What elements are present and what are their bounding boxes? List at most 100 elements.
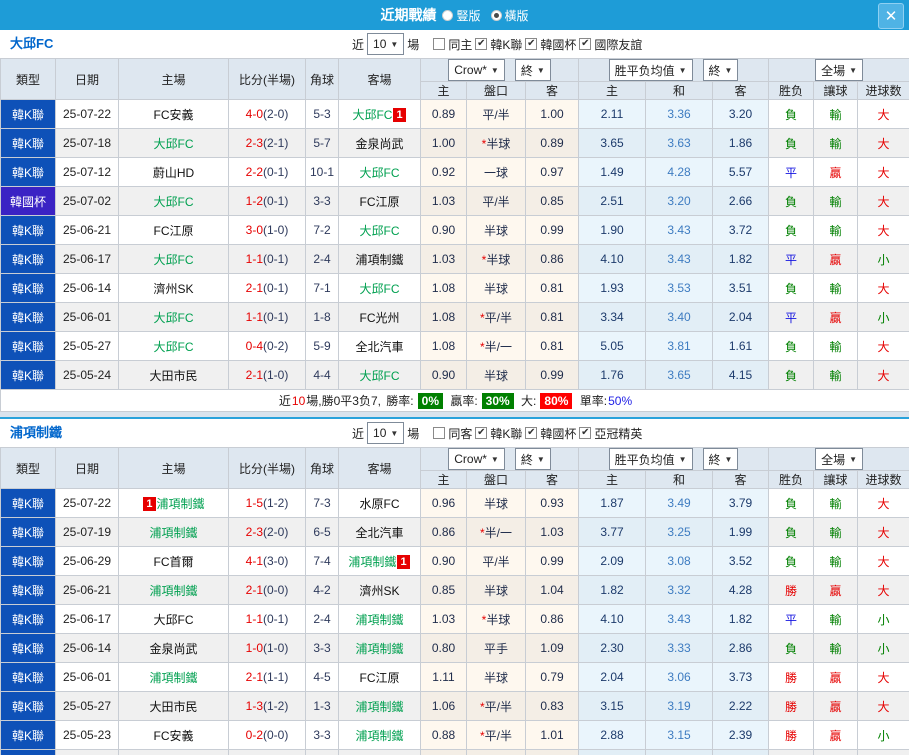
section-daegu-filter-row: 大邱FC 近 10 ▼ 場 同主 韓K聯 韓國杯 國際友誼 <box>0 30 909 58</box>
radio-horizontal-label: 橫版 <box>504 8 529 23</box>
radio-icon[interactable] <box>490 9 502 21</box>
checkbox-league-cup[interactable] <box>525 38 538 50</box>
checkbox-league-acl[interactable] <box>579 427 592 439</box>
close-button[interactable]: ✕ <box>878 3 904 29</box>
home-team-cell: 大邱FC <box>118 186 229 216</box>
avg-draw-odds-cell: 3.43 <box>645 215 714 245</box>
final-odds-dropdown[interactable]: 終 ▼ <box>514 448 551 470</box>
layout-radio-group: 豎版 橫版 <box>442 7 529 24</box>
result-goals-cell: 小 <box>857 749 909 755</box>
match-type-cell: 韓K聯 <box>0 720 56 750</box>
col-header-score: 比分(半場) <box>228 58 306 100</box>
checkbox-league-cup[interactable] <box>525 427 538 439</box>
result-goals-cell: 大 <box>857 488 909 518</box>
avg-home-odds-cell: 3.34 <box>578 302 647 332</box>
score-cell: 1-1(0-1) <box>228 244 306 274</box>
avg-home-odds-cell: 2.49 <box>578 749 647 755</box>
result-goals-cell: 小 <box>857 604 909 634</box>
away-odds-cell: 0.89 <box>524 128 580 158</box>
fulltime-score: 2-3 <box>245 525 263 539</box>
avg-away-odds-cell: 3.72 <box>712 215 770 245</box>
checkbox-same-home[interactable] <box>433 38 446 50</box>
final-odds-dropdown[interactable]: 終 ▼ <box>702 448 739 470</box>
col-header-corner: 角球 <box>305 447 339 489</box>
handicap-cell: 一球 <box>466 157 526 187</box>
fulltime-score: 2-1 <box>245 583 263 597</box>
bookmaker-dropdown[interactable]: Crow* ▼ <box>448 448 505 470</box>
home-team-cell: FC首爾 <box>118 546 229 576</box>
result-handicap-cell: 輸 <box>813 749 859 755</box>
checkbox-same-away[interactable] <box>433 427 446 439</box>
away-team-cell: 大邱FC 1 <box>338 99 421 129</box>
chevron-down-icon: ▼ <box>849 454 857 464</box>
away-odds-cell: 0.99 <box>524 546 580 576</box>
crow-odds-group-header: Crow* ▼ 終 ▼ <box>419 58 580 82</box>
col-header-away: 客場 <box>338 58 421 100</box>
handicap-line: 半球 <box>483 670 508 685</box>
match-count-select[interactable]: 10 ▼ <box>367 422 405 444</box>
away-team-name: 大邱FC <box>359 223 400 238</box>
result-goals-cell: 小 <box>857 720 909 750</box>
table-row: 韓K聯 25-05-23 FC安義 0-2(0-0) 3-3 浦項制鐵 0.88 *平/半 1.… <box>0 720 909 750</box>
games-label: 場 <box>407 426 420 441</box>
match-date-cell: 25-05-27 <box>55 331 119 361</box>
filters-daegu: 近 10 ▼ 場 同主 韓K聯 韓國杯 國際友誼 <box>352 30 642 58</box>
handicap-line: 半球 <box>483 281 508 296</box>
result-handicap-cell: 輸 <box>813 604 859 634</box>
avg-odds-dropdown[interactable]: 胜平负均值 ▼ <box>608 448 693 470</box>
home-team-name: FC江原 <box>153 223 194 238</box>
radio-icon[interactable] <box>442 9 454 21</box>
scope-dropdown[interactable]: 全場 ▼ <box>815 59 863 81</box>
scope-dropdown[interactable]: 全場 ▼ <box>815 448 863 470</box>
avg-home-odds-cell: 3.77 <box>578 517 647 547</box>
close-icon: ✕ <box>884 8 898 25</box>
sub-header-home-odds: 主 <box>420 81 467 100</box>
result-goals-cell: 大 <box>857 662 909 692</box>
home-team-name: 浦項制鐵 <box>149 525 198 540</box>
handicap-cell: 半球 <box>466 360 526 390</box>
home-team-name: 大邱FC <box>153 194 194 209</box>
result-handicap-cell: 輸 <box>813 186 859 216</box>
avg-home-odds-cell: 1.93 <box>578 273 647 303</box>
result-wdl-cell: 負 <box>768 99 815 129</box>
avg-odds-dropdown[interactable]: 胜平负均值 ▼ <box>608 59 693 81</box>
checkbox-league-kleague[interactable] <box>475 427 488 439</box>
home-team-name: FC安義 <box>153 728 194 743</box>
avg-home-odds-cell: 4.10 <box>578 604 647 634</box>
fulltime-score: 2-3 <box>245 136 263 150</box>
bookmaker-dropdown[interactable]: Crow* ▼ <box>448 59 505 81</box>
checkbox-league-friendly[interactable] <box>579 38 592 50</box>
handicap-cell: 半球 <box>466 215 526 245</box>
summary-big-label: 大: <box>521 394 537 408</box>
match-type-cell: 韓K聯 <box>0 488 56 518</box>
away-team-cell: 浦項制鐵 <box>338 244 421 274</box>
radio-vertical-layout[interactable]: 豎版 <box>442 7 481 24</box>
handicap-cell: 平/半 <box>466 99 526 129</box>
score-cell: 4-0(2-0) <box>228 99 306 129</box>
away-odds-cell: 0.79 <box>524 662 580 692</box>
sub-header-avg-away: 客 <box>712 81 770 100</box>
result-wdl-cell: 負 <box>768 273 815 303</box>
checkbox-league-cup-label: 韓國杯 <box>540 37 577 52</box>
checkbox-league-kleague[interactable] <box>475 38 488 50</box>
away-odds-cell: 1.01 <box>524 720 580 750</box>
recent-results-panel: 近期戰績 豎版 橫版 ✕ 大邱FC 近 10 ▼ 場 同主 ✔ 韓K聯 ✔ 韓國… <box>0 0 909 755</box>
final-odds-dropdown[interactable]: 終 ▼ <box>702 59 739 81</box>
final-odds-dropdown[interactable]: 終 ▼ <box>514 59 551 81</box>
match-count-select[interactable]: 10 ▼ <box>367 33 405 55</box>
result-handicap-cell: 輸 <box>813 273 859 303</box>
avg-home-odds-cell: 2.04 <box>578 662 647 692</box>
match-type-cell: 韓K聯 <box>0 157 56 187</box>
score-cell: 1-1(0-1) <box>228 302 306 332</box>
match-type-cell: 韓K聯 <box>0 244 56 274</box>
handicap-cell: 半球 <box>466 662 526 692</box>
table-row: 韓K聯 25-06-14 金泉尚武 1-0(1-0) 3-3 浦項制鐵 0.80 平手 1.09… <box>0 633 909 663</box>
corner-cell: 2-4 <box>305 244 339 274</box>
away-odds-cell: 0.81 <box>524 302 580 332</box>
halftime-score: (1-2) <box>263 496 289 510</box>
away-team-cell: 浦項制鐵 <box>338 633 421 663</box>
handicap-line: 半球 <box>486 252 511 267</box>
home-team-name: 蔚山HD <box>152 165 195 180</box>
match-type-cell: 韓K聯 <box>0 331 56 361</box>
radio-horizontal-layout[interactable]: 橫版 <box>490 7 529 24</box>
